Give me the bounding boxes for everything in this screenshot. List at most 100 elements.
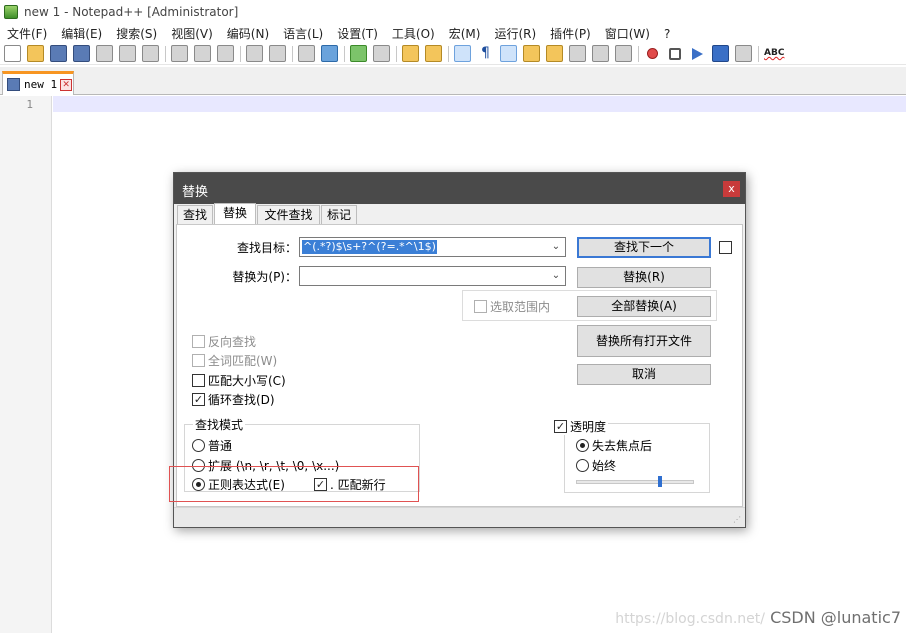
menu-tools[interactable]: 工具(O) [385, 25, 442, 42]
wrap-around-checkbox[interactable]: ✓ 循环查找(D) [192, 391, 275, 408]
transparency-always-radio[interactable]: 始终 [576, 457, 616, 474]
match-case-label: 匹配大小写(C) [208, 374, 286, 388]
menu-macro[interactable]: 宏(M) [442, 25, 488, 42]
save-macro-icon[interactable] [735, 45, 752, 62]
wrap-around-label: 循环查找(D) [208, 393, 275, 407]
tab-close-icon[interactable]: ✕ [60, 78, 73, 91]
find-icon[interactable] [298, 45, 315, 62]
close-file-icon[interactable] [96, 45, 113, 62]
find-what-value: ^(.*?)$\s+?^(?=.*^\1$) [302, 240, 437, 254]
annotation-highlight-box [169, 466, 419, 502]
in-selection-checkbox[interactable]: 选取范围内 [474, 298, 550, 315]
toolbar: ¶ ABC [0, 43, 906, 65]
stop-macro-icon[interactable] [669, 47, 681, 60]
function-list-icon[interactable] [569, 45, 586, 62]
save-icon[interactable] [50, 45, 67, 62]
menu-plugins[interactable]: 插件(P) [543, 25, 598, 42]
tab-find-in-files[interactable]: 文件查找 [257, 205, 320, 225]
doc-map-icon[interactable] [546, 45, 563, 62]
backward-direction-checkbox[interactable]: 反向查找 [192, 333, 256, 350]
copy-icon[interactable] [194, 45, 211, 62]
replace-with-combo[interactable]: ⌄ [299, 266, 566, 286]
sync-horizontal-icon[interactable] [425, 45, 442, 62]
menu-help[interactable]: ? [657, 27, 677, 41]
chevron-down-icon[interactable]: ⌄ [549, 239, 563, 255]
find-next-direction-checkbox[interactable] [719, 241, 735, 254]
word-wrap-icon[interactable] [454, 45, 471, 62]
record-macro-icon[interactable] [647, 48, 658, 59]
tab-find[interactable]: 查找 [177, 205, 213, 225]
paste-icon[interactable] [217, 45, 234, 62]
find-what-combo[interactable]: ^(.*?)$\s+?^(?=.*^\1$) ⌄ [299, 237, 566, 257]
transparency-on-lose-focus-radio[interactable]: 失去焦点后 [576, 437, 652, 454]
show-all-chars-icon[interactable]: ¶ [477, 45, 494, 62]
transparency-slider-thumb[interactable] [658, 476, 662, 487]
line-number: 1 [26, 98, 33, 111]
zoom-out-icon[interactable] [373, 45, 390, 62]
replace-icon[interactable] [321, 45, 338, 62]
toolbar-separator [240, 45, 241, 62]
checkbox-box [192, 374, 205, 387]
tab-replace[interactable]: 替换 [214, 203, 256, 225]
search-mode-normal-radio[interactable]: 普通 [192, 437, 232, 454]
udl-icon[interactable] [523, 45, 540, 62]
folder-workspace-icon[interactable] [592, 45, 609, 62]
spellcheck-icon[interactable]: ABC [764, 45, 786, 62]
menu-file[interactable]: 文件(F) [0, 25, 54, 42]
menu-edit[interactable]: 编辑(E) [54, 25, 109, 42]
open-file-icon[interactable] [27, 45, 44, 62]
close-all-icon[interactable] [119, 45, 136, 62]
transparency-always-label: 始终 [592, 459, 617, 473]
menu-settings[interactable]: 设置(T) [330, 25, 385, 42]
watermark-author: CSDN @lunatic7 [770, 608, 901, 627]
toolbar-separator [396, 45, 397, 62]
match-case-checkbox[interactable]: 匹配大小写(C) [192, 372, 286, 389]
replace-all-button[interactable]: 全部替换(A) [577, 296, 711, 317]
new-file-icon[interactable] [4, 45, 21, 62]
radio-circle-selected [576, 439, 589, 452]
checkbox-box [192, 354, 205, 367]
notepad-plus-plus-icon [4, 5, 18, 19]
print-icon[interactable] [142, 45, 159, 62]
run-macro-multiple-icon[interactable] [712, 45, 729, 62]
replace-button[interactable]: 替换(R) [577, 267, 711, 288]
play-macro-icon[interactable] [692, 47, 703, 60]
sync-vertical-icon[interactable] [402, 45, 419, 62]
zoom-in-icon[interactable] [350, 45, 367, 62]
menu-encoding[interactable]: 编码(N) [220, 25, 276, 42]
menu-run[interactable]: 运行(R) [487, 25, 543, 42]
menu-language[interactable]: 语言(L) [276, 25, 330, 42]
redo-icon[interactable] [269, 45, 286, 62]
toolbar-separator [165, 45, 166, 62]
transparency-checkbox[interactable]: ✓ 透明度 [554, 418, 609, 435]
menu-bar: 文件(F) 编辑(E) 搜索(S) 视图(V) 编码(N) 语言(L) 设置(T… [0, 24, 906, 43]
save-all-icon[interactable] [73, 45, 90, 62]
menu-view[interactable]: 视图(V) [164, 25, 220, 42]
menu-window[interactable]: 窗口(W) [598, 25, 657, 42]
resize-grip-icon[interactable]: ⋰ [733, 515, 743, 525]
line-number-gutter: 1 [0, 96, 52, 633]
saved-file-icon [7, 78, 20, 91]
cut-icon[interactable] [171, 45, 188, 62]
chevron-down-icon[interactable]: ⌄ [549, 268, 563, 284]
replace-all-open-docs-button[interactable]: 替换所有打开文件 [577, 325, 711, 357]
tab-new-1[interactable]: new 1 ✕ [2, 71, 74, 95]
replace-with-label: 替换为(P)： [232, 270, 297, 284]
cancel-button[interactable]: 取消 [577, 364, 711, 385]
transparency-slider-track[interactable] [576, 480, 694, 484]
toolbar-separator [344, 45, 345, 62]
checkbox-box [192, 335, 205, 348]
current-line-highlight [53, 96, 906, 112]
whole-word-label: 全词匹配(W) [208, 354, 278, 368]
monitoring-icon[interactable] [615, 45, 632, 62]
dialog-title-bar[interactable]: 替换 x [174, 173, 745, 204]
dialog-title: 替换 [182, 185, 209, 200]
tab-mark[interactable]: 标记 [321, 205, 357, 225]
whole-word-checkbox[interactable]: 全词匹配(W) [192, 352, 277, 369]
dialog-close-button[interactable]: x [723, 181, 740, 197]
find-next-button[interactable]: 查找下一个 [577, 237, 711, 258]
undo-icon[interactable] [246, 45, 263, 62]
menu-search[interactable]: 搜索(S) [109, 25, 164, 42]
indent-guide-icon[interactable] [500, 45, 517, 62]
check-icon: ✓ [554, 420, 567, 433]
